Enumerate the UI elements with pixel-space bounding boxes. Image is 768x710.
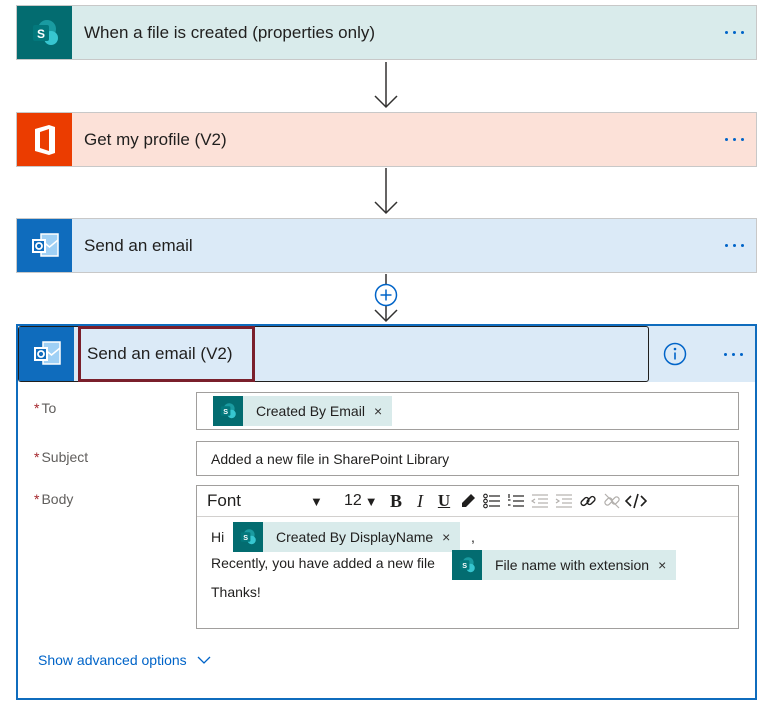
decrease-indent-button[interactable] <box>528 486 552 517</box>
to-label-text: To <box>41 400 57 416</box>
outlook-icon <box>17 219 72 272</box>
rich-text-toolbar: Font ▼ 12 ▼ B I U <box>197 486 738 517</box>
body-editor[interactable]: Font ▼ 12 ▼ B I U Hi S Created By Displa… <box>196 485 739 629</box>
step-title: Send an email <box>84 235 193 255</box>
code-view-button[interactable] <box>624 486 648 517</box>
card-header[interactable]: Send an email (V2) <box>18 326 755 382</box>
subject-label-text: Subject <box>41 449 89 465</box>
unlink-icon <box>604 493 620 509</box>
italic-button[interactable]: I <box>408 486 432 517</box>
numbered-list-button[interactable] <box>504 486 528 517</box>
decrease-indent-icon <box>531 494 548 508</box>
token-label: Created By Email <box>256 403 365 419</box>
insert-link-button[interactable] <box>576 486 600 517</box>
body-text-comma: , <box>471 529 475 545</box>
caret-down-icon: ▼ <box>310 493 323 509</box>
body-label: * Body <box>34 491 73 507</box>
card-title: Send an email (V2) <box>87 344 233 363</box>
ellipsis-icon <box>724 31 744 34</box>
remove-token-icon[interactable]: × <box>649 557 676 573</box>
svg-text:S: S <box>462 561 467 570</box>
link-icon <box>580 495 596 507</box>
bold-button[interactable]: B <box>384 486 408 517</box>
advanced-options-label: Show advanced options <box>38 652 187 668</box>
font-family-value: Font <box>207 491 242 510</box>
code-icon <box>625 493 647 509</box>
required-mark: * <box>34 491 40 507</box>
more-options-button[interactable] <box>711 326 755 382</box>
flow-step-trigger[interactable]: S When a file is created (properties onl… <box>16 5 757 60</box>
info-icon[interactable] <box>663 342 687 366</box>
svg-text:S: S <box>223 407 228 416</box>
more-options-button[interactable] <box>712 113 756 166</box>
remove-token-icon[interactable]: × <box>433 529 460 545</box>
bulleted-list-icon <box>483 493 500 509</box>
more-options-button[interactable] <box>712 219 756 272</box>
to-label: * To <box>34 400 56 416</box>
ellipsis-icon <box>724 138 744 141</box>
chevron-down-icon <box>197 656 211 664</box>
pen-icon <box>462 494 475 507</box>
dynamic-token-file-name[interactable]: S File name with extension × <box>452 550 677 580</box>
office-icon <box>17 113 72 166</box>
text-color-button[interactable] <box>456 486 480 517</box>
svg-text:S: S <box>36 27 44 41</box>
dynamic-token-created-by-displayname[interactable]: S Created By DisplayName × <box>233 522 461 552</box>
more-options-button[interactable] <box>712 6 756 59</box>
caret-down-icon: ▼ <box>364 493 378 509</box>
ellipsis-icon <box>723 352 743 356</box>
down-arrow-icon <box>374 168 398 215</box>
token-label: File name with extension <box>495 557 650 573</box>
numbered-list-icon <box>508 494 524 507</box>
body-text-greeting: Hi <box>211 529 225 545</box>
dynamic-token-created-by-email[interactable]: S Created By Email × <box>213 396 393 426</box>
required-mark: * <box>34 400 40 416</box>
ellipsis-icon <box>724 244 744 247</box>
add-step-icon[interactable] <box>374 283 398 307</box>
sharepoint-icon: S <box>17 6 72 59</box>
flow-step-send-email[interactable]: Send an email <box>16 218 757 273</box>
token-label: Created By DisplayName <box>276 529 434 545</box>
svg-text:S: S <box>243 533 248 542</box>
body-text-line2: Recently, you have added a new file <box>211 555 435 571</box>
sharepoint-icon: S <box>452 550 482 580</box>
step-title: Get my profile (V2) <box>84 129 227 149</box>
remove-token-icon[interactable]: × <box>365 403 392 419</box>
increase-indent-icon <box>555 494 572 508</box>
card-title-input[interactable]: Send an email (V2) <box>78 326 255 382</box>
action-card-send-email-v2: Send an email (V2) * To S Created By Emai… <box>16 324 757 700</box>
font-size-value: 12 <box>344 492 362 509</box>
body-text-line3: Thanks! <box>211 584 261 600</box>
font-family-dropdown[interactable]: Font ▼ <box>197 486 332 517</box>
font-size-dropdown[interactable]: 12 ▼ <box>332 486 384 517</box>
subject-input[interactable]: Added a new file in SharePoint Library <box>196 441 739 476</box>
remove-link-button[interactable] <box>600 486 624 517</box>
sharepoint-icon: S <box>233 522 263 552</box>
subject-label: * Subject <box>34 449 88 465</box>
sharepoint-icon: S <box>213 396 243 426</box>
required-mark: * <box>34 449 40 465</box>
flow-step-get-profile[interactable]: Get my profile (V2) <box>16 112 757 167</box>
body-label-text: Body <box>41 491 74 507</box>
increase-indent-button[interactable] <box>552 486 576 517</box>
show-advanced-options-link[interactable]: Show advanced options <box>38 652 211 668</box>
step-title: When a file is created (properties only) <box>84 22 376 42</box>
bulleted-list-button[interactable] <box>480 486 504 517</box>
down-arrow-icon <box>374 62 398 109</box>
underline-button[interactable]: U <box>432 486 456 517</box>
to-field[interactable]: S Created By Email × <box>196 392 739 430</box>
outlook-icon <box>19 327 74 381</box>
